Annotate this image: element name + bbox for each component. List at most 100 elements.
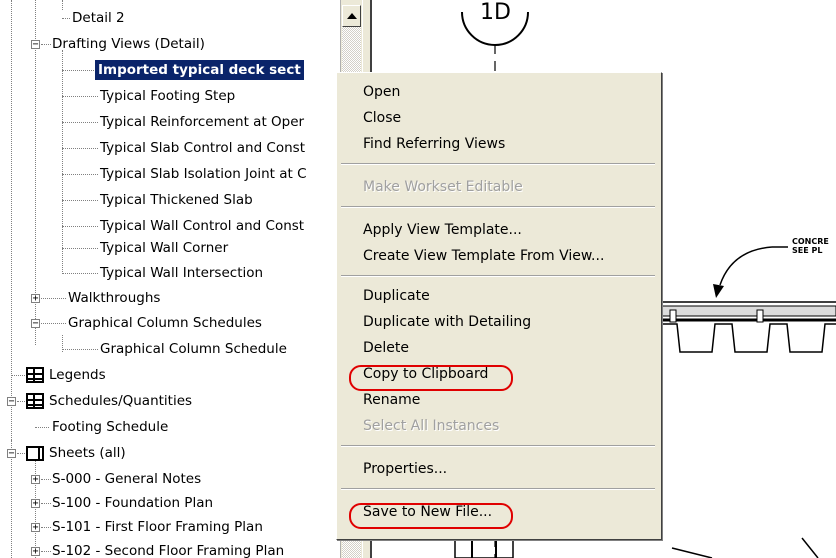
tree-connector: [62, 349, 98, 350]
section-tag-label: 1D: [480, 0, 511, 25]
tree-item-footing-schedule[interactable]: Footing Schedule: [0, 414, 340, 440]
leader-arrowhead: [713, 284, 724, 298]
tree-connector: [41, 323, 66, 324]
expand-icon[interactable]: +: [31, 294, 40, 304]
menu-item-duplicate[interactable]: Duplicate: [363, 284, 430, 308]
tree-connector: [62, 18, 70, 19]
tree-item-label: Walkthroughs: [68, 290, 161, 306]
tree-item-detail-2[interactable]: Detail 2: [0, 5, 340, 31]
menu-separator: [341, 275, 655, 277]
tree-item-s-102[interactable]: + S-102 - Second Floor Framing Plan: [0, 538, 340, 558]
tree-connector: [62, 226, 98, 227]
menu-item-open[interactable]: Open: [363, 80, 400, 104]
tree-item-typical-wall-intersection[interactable]: Typical Wall Intersection: [0, 260, 340, 286]
tree-item-label: Sheets (all): [49, 445, 126, 461]
tree-item-label: S-101 - First Floor Framing Plan: [52, 519, 263, 535]
tree-item-label: Typical Wall Intersection: [100, 265, 264, 281]
tree-item-label: Detail 2: [72, 10, 125, 26]
tree-item-typical-slab-isolation[interactable]: Typical Slab Isolation Joint at C: [0, 161, 340, 187]
expand-icon[interactable]: +: [31, 475, 40, 485]
tree-item-label: Graphical Column Schedules: [68, 315, 262, 331]
menu-item-make-workset-editable: Make Workset Editable: [363, 179, 523, 195]
menu-item-apply-view-template[interactable]: Apply View Template...: [363, 218, 522, 242]
tree-connector: [41, 527, 51, 528]
tree-item-s-100[interactable]: + S-100 - Foundation Plan: [0, 490, 340, 516]
menu-item-rename[interactable]: Rename: [363, 388, 420, 412]
tree-item-typical-footing-step[interactable]: Typical Footing Step: [0, 83, 340, 109]
expand-icon[interactable]: +: [31, 499, 40, 509]
tree-item-typical-slab-control[interactable]: Typical Slab Control and Const: [0, 135, 340, 161]
tree-connector: [62, 174, 98, 175]
tree-item-sheets-all[interactable]: − Sheets (all): [0, 440, 340, 466]
tree-connector: [35, 427, 49, 428]
tree-connector: [41, 503, 51, 504]
collapse-icon[interactable]: −: [31, 319, 40, 329]
deck-profile: [662, 323, 836, 353]
tree-item-label: S-102 - Second Floor Framing Plan: [52, 543, 285, 558]
schedule-table-icon: [26, 393, 44, 409]
tree-item-label: Typical Slab Isolation Joint at C: [100, 166, 307, 182]
tree-connector: [62, 96, 98, 97]
expand-icon[interactable]: +: [31, 523, 40, 533]
tree-connector: [62, 200, 98, 201]
tree-item-label: S-000 - General Notes: [52, 471, 202, 487]
tree-connector: [41, 479, 51, 480]
menu-item-duplicate-with-detailing[interactable]: Duplicate with Detailing: [363, 310, 531, 334]
menu-item-properties[interactable]: Properties...: [363, 457, 447, 481]
tree-connector: [62, 122, 98, 123]
tree-item-label: Graphical Column Schedule: [100, 341, 287, 357]
tree-item-label: Typical Footing Step: [100, 88, 236, 104]
menu-separator: [341, 206, 655, 208]
tree-item-imported-typical-deck-section[interactable]: Imported typical deck sect: [0, 57, 340, 83]
tree-item-typical-wall-corner[interactable]: Typical Wall Corner: [0, 235, 340, 261]
collapse-icon[interactable]: −: [7, 449, 16, 459]
menu-separator: [341, 488, 655, 490]
tree-item-graphical-column-schedules[interactable]: − Graphical Column Schedules: [0, 310, 340, 336]
tree-item-label: Drafting Views (Detail): [52, 36, 205, 52]
menu-item-find-referring-views[interactable]: Find Referring Views: [363, 132, 505, 156]
tree-connector: [11, 375, 25, 376]
menu-separator: [341, 445, 655, 447]
tree-connector: [41, 298, 66, 299]
tree-item-s-000[interactable]: + S-000 - General Notes: [0, 466, 340, 492]
tree-item-label: Footing Schedule: [52, 419, 169, 435]
tree-connector: [17, 453, 25, 454]
scroll-up-arrow-icon[interactable]: [342, 5, 361, 27]
tree-item-walkthroughs[interactable]: + Walkthroughs: [0, 285, 340, 311]
tree-item-label: Typical Thickened Slab: [100, 192, 253, 208]
expand-icon[interactable]: +: [31, 547, 40, 557]
tree-item-label: Imported typical deck sect: [95, 60, 304, 80]
tree-connector: [62, 273, 98, 274]
tree-item-legends[interactable]: Legends: [0, 362, 340, 388]
leader-line: [719, 246, 773, 286]
menu-item-create-view-template[interactable]: Create View Template From View...: [363, 244, 604, 268]
tree-item-label: S-100 - Foundation Plan: [52, 495, 214, 511]
tree-connector: [41, 551, 51, 552]
tree-item-graphical-column-schedule[interactable]: Graphical Column Schedule: [0, 336, 340, 362]
tree-item-s-101[interactable]: + S-101 - First Floor Framing Plan: [0, 514, 340, 540]
menu-item-select-all-instances: Select All Instances: [363, 418, 500, 434]
collapse-icon[interactable]: −: [31, 40, 40, 50]
menu-item-close[interactable]: Close: [363, 106, 401, 130]
project-browser-tree[interactable]: Detail 2 − Drafting Views (Detail) Impor…: [0, 0, 340, 558]
sheet-icon: [26, 446, 44, 461]
drawing-note-line-2: SEE PL: [792, 246, 823, 255]
concrete-slab: [661, 305, 836, 317]
legend-table-icon: [26, 367, 44, 383]
shear-stud: [756, 309, 764, 323]
tree-item-label: Typical Slab Control and Const: [100, 140, 305, 156]
tree-item-label: Legends: [49, 367, 106, 383]
tree-item-label: Typical Reinforcement at Oper: [100, 114, 305, 130]
tree-item-drafting-views[interactable]: − Drafting Views (Detail): [0, 31, 340, 57]
tree-item-schedules-quantities[interactable]: − Schedules/Quantities: [0, 388, 340, 414]
tree-item-label: Schedules/Quantities: [49, 393, 193, 409]
menu-separator: [341, 163, 655, 165]
leader-line: [671, 547, 713, 558]
collapse-icon[interactable]: −: [7, 397, 16, 407]
tree-item-typical-reinforcement[interactable]: Typical Reinforcement at Oper: [0, 109, 340, 135]
shear-stud: [669, 309, 677, 323]
menu-item-delete[interactable]: Delete: [363, 336, 409, 360]
tree-item-typical-thickened-slab[interactable]: Typical Thickened Slab: [0, 187, 340, 213]
tree-connector: [41, 44, 51, 45]
drawing-note-line-1: CONCRE: [792, 237, 829, 246]
